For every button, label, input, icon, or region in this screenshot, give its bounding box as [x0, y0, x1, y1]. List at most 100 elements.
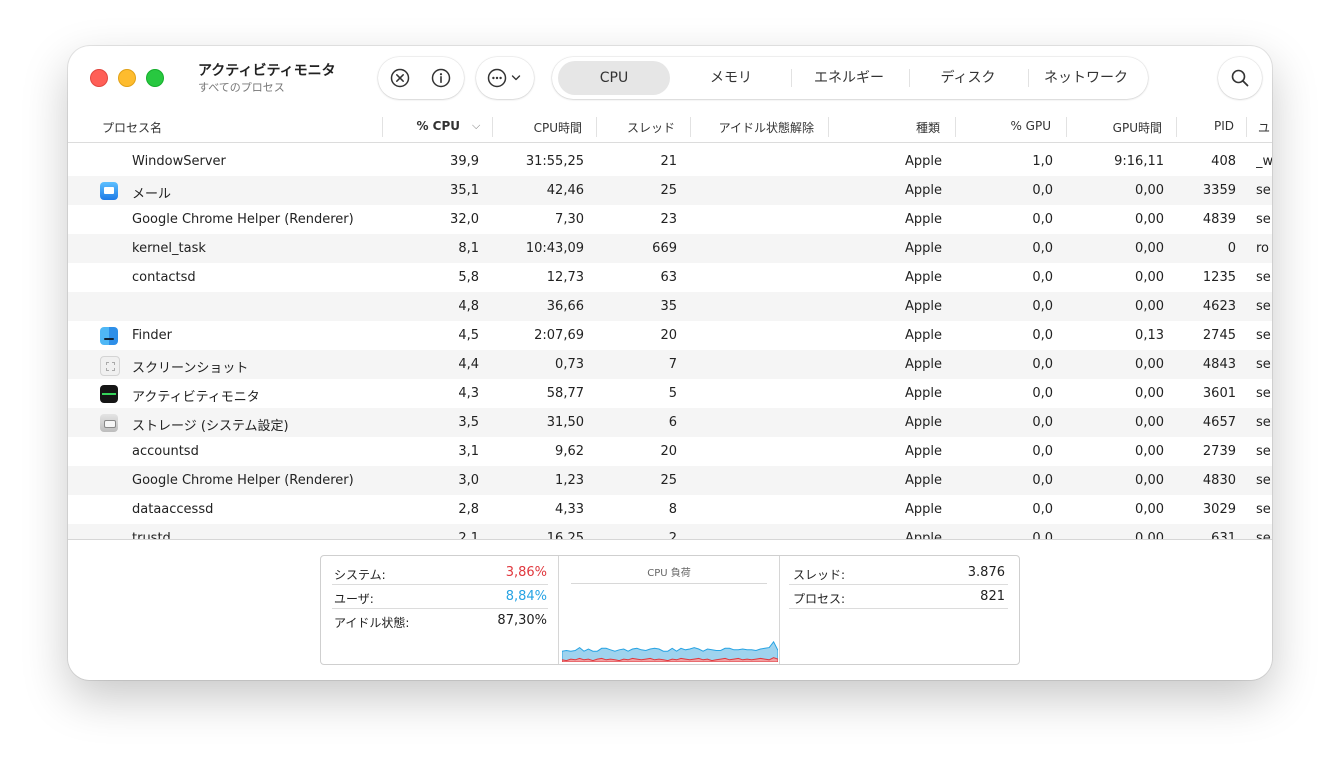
- cpu-percent: 39,9: [450, 154, 479, 169]
- column-divider[interactable]: [828, 117, 829, 137]
- column-header-kind[interactable]: 種類: [838, 119, 940, 136]
- pid: 2745: [1202, 328, 1236, 343]
- stop-process-button[interactable]: [389, 67, 411, 89]
- user: se: [1256, 386, 1271, 401]
- threads: 23: [660, 212, 677, 227]
- table-row[interactable]: WindowServer 39,9 31:55,25 21 Apple 1,0 …: [68, 147, 1272, 176]
- pid: 4830: [1202, 473, 1236, 488]
- cpu-time: 9,62: [555, 444, 584, 459]
- process-name: trustd: [132, 531, 171, 539]
- threads: 2: [668, 531, 677, 539]
- threads: 25: [660, 473, 677, 488]
- column-divider[interactable]: [690, 117, 691, 137]
- table-row[interactable]: スクリーンショット 4,4 0,73 7 Apple 0,0 0,00 4843…: [68, 350, 1272, 379]
- processes-value: 821: [980, 589, 1005, 604]
- cpu-time: 2:07,69: [534, 328, 584, 343]
- table-row[interactable]: ストレージ (システム設定) 3,5 31,50 6 Apple 0,0 0,0…: [68, 408, 1272, 437]
- gpu-percent: 0,0: [1032, 299, 1053, 314]
- user: se: [1256, 531, 1271, 539]
- column-header-user[interactable]: ユ: [1258, 119, 1272, 136]
- ellipsis-circle-icon: [486, 67, 508, 89]
- gpu-time: 0,13: [1135, 328, 1164, 343]
- table-row[interactable]: Finder 4,5 2:07,69 20 Apple 0,0 0,13 274…: [68, 321, 1272, 350]
- column-header-pid[interactable]: PID: [1182, 119, 1234, 133]
- pid: 3029: [1202, 502, 1236, 517]
- panel-divider: [779, 556, 780, 664]
- table-row[interactable]: contactsd 5,8 12,73 63 Apple 0,0 0,00 12…: [68, 263, 1272, 292]
- column-header-gpu-time[interactable]: GPU時間: [1072, 119, 1162, 136]
- process-name: dataaccessd: [132, 502, 214, 517]
- tab-energy[interactable]: エネルギー: [792, 61, 906, 95]
- table-row[interactable]: メール 35,1 42,46 25 Apple 0,0 0,00 3359 se: [68, 176, 1272, 205]
- user: se: [1256, 444, 1271, 459]
- gpu-time: 0,00: [1135, 415, 1164, 430]
- table-row[interactable]: Google Chrome Helper (Renderer) 32,0 7,3…: [68, 205, 1272, 234]
- threads: 5: [668, 386, 677, 401]
- column-header-gpu[interactable]: % GPU: [961, 119, 1051, 133]
- table-row[interactable]: accountsd 3,1 9,62 20 Apple 0,0 0,00 273…: [68, 437, 1272, 466]
- column-divider[interactable]: [1066, 117, 1067, 137]
- inspect-process-button[interactable]: [430, 67, 452, 89]
- view-filter-label[interactable]: すべてのプロセス: [198, 79, 285, 95]
- tab-network[interactable]: ネットワーク: [1028, 61, 1144, 95]
- gpu-percent: 0,0: [1032, 357, 1053, 372]
- pid: 4839: [1202, 212, 1236, 227]
- user: se: [1256, 473, 1271, 488]
- column-divider[interactable]: [596, 117, 597, 137]
- gpu-time: 0,00: [1135, 502, 1164, 517]
- stat-divider: [789, 608, 1008, 609]
- kind: Apple: [904, 502, 942, 517]
- gpu-time: 9:16,11: [1114, 154, 1164, 169]
- storage-app-icon: [100, 414, 118, 432]
- kind: Apple: [904, 154, 942, 169]
- table-row[interactable]: trustd 2,1 16,25 2 Apple 0,0 0,00 631 se: [68, 524, 1272, 539]
- gpu-percent: 0,0: [1032, 502, 1053, 517]
- zoom-window-button[interactable]: [146, 69, 164, 87]
- sort-descending-icon: ⌵: [472, 119, 481, 132]
- search-button[interactable]: [1218, 57, 1262, 99]
- pid: 2739: [1202, 444, 1236, 459]
- column-header-cpu-time[interactable]: CPU時間: [498, 119, 582, 136]
- threads: 20: [660, 444, 677, 459]
- kind: Apple: [904, 212, 942, 227]
- cpu-stats-box: システム: 3,86% ユーザ: 8,84% アイドル状態: 87,30% CP…: [320, 555, 1020, 665]
- pid: 4657: [1202, 415, 1236, 430]
- process-table[interactable]: WindowServer 39,9 31:55,25 21 Apple 1,0 …: [68, 147, 1272, 539]
- process-name: contactsd: [132, 270, 196, 285]
- more-actions-button[interactable]: [476, 57, 534, 99]
- table-row[interactable]: 4,8 36,66 35 Apple 0,0 0,00 4623 se: [68, 292, 1272, 321]
- gpu-time: 0,00: [1135, 357, 1164, 372]
- column-divider[interactable]: [382, 117, 383, 137]
- column-header-row: プロセス名 % CPU ⌵ CPU時間 スレッド アイドル状態解除 種類 % G…: [68, 112, 1272, 143]
- threads-label: スレッド:: [793, 568, 846, 582]
- system-cpu-value: 3,86%: [505, 565, 547, 580]
- column-header-cpu[interactable]: % CPU: [408, 119, 460, 133]
- table-row[interactable]: kernel_task 8,1 10:43,09 669 Apple 0,0 0…: [68, 234, 1272, 263]
- cpu-time: 42,46: [546, 183, 584, 198]
- column-header-process-name[interactable]: プロセス名: [102, 119, 162, 136]
- process-name: Google Chrome Helper (Renderer): [132, 212, 354, 227]
- column-divider[interactable]: [955, 117, 956, 137]
- close-window-button[interactable]: [90, 69, 108, 87]
- process-name: kernel_task: [132, 241, 206, 256]
- column-divider[interactable]: [492, 117, 493, 137]
- pid: 631: [1211, 531, 1236, 539]
- table-row[interactable]: dataaccessd 2,8 4,33 8 Apple 0,0 0,00 30…: [68, 495, 1272, 524]
- tab-divider: [909, 69, 910, 87]
- column-header-idle-wake-ups[interactable]: アイドル状態解除: [698, 119, 814, 136]
- cpu-time: 10:43,09: [525, 241, 584, 256]
- threads: 669: [652, 241, 677, 256]
- cpu-percent: 4,3: [458, 386, 479, 401]
- minimize-window-button[interactable]: [118, 69, 136, 87]
- table-row[interactable]: Google Chrome Helper (Renderer) 3,0 1,23…: [68, 466, 1272, 495]
- kind: Apple: [904, 444, 942, 459]
- tab-disk[interactable]: ディスク: [911, 61, 1025, 95]
- gpu-time: 0,00: [1135, 183, 1164, 198]
- tab-cpu[interactable]: CPU: [558, 61, 670, 95]
- table-row[interactable]: アクティビティモニタ 4,3 58,77 5 Apple 0,0 0,00 36…: [68, 379, 1272, 408]
- column-divider[interactable]: [1176, 117, 1177, 137]
- tab-memory[interactable]: メモリ: [676, 61, 786, 95]
- column-header-threads[interactable]: スレッド: [602, 119, 675, 136]
- column-divider[interactable]: [1246, 117, 1247, 137]
- kind: Apple: [904, 299, 942, 314]
